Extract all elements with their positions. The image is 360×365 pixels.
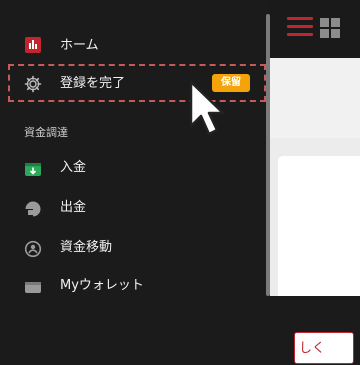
side-menu: ホーム 登録を完了 保留 資金調達 入金 出金 資金移動 Myウォレット (0, 0, 266, 296)
menu-scrollbar[interactable] (266, 14, 270, 296)
content-panel (270, 58, 360, 138)
transfer-icon (24, 240, 42, 258)
menu-item-home-label: ホーム (60, 38, 99, 53)
withdraw-icon (24, 200, 42, 218)
deposit-icon (24, 160, 42, 178)
home-icon (25, 37, 41, 53)
gear-icon (24, 75, 42, 93)
partial-button[interactable]: しく (294, 332, 354, 364)
mouse-cursor-icon (189, 80, 225, 136)
background-app: しく (270, 0, 360, 364)
section-heading-funds: 資金調達 (24, 126, 68, 139)
menu-item-wallet[interactable]: Myウォレット (0, 266, 266, 306)
menu-item-deposit[interactable]: 入金 (0, 148, 266, 188)
menu-item-wallet-label: Myウォレット (60, 278, 144, 293)
top-bar (270, 0, 360, 58)
content-card: しく (278, 156, 360, 364)
menu-item-transfer-label: 資金移動 (60, 240, 113, 255)
menu-item-deposit-label: 入金 (60, 160, 87, 175)
menu-item-transfer[interactable]: 資金移動 (0, 228, 266, 268)
menu-item-complete-registration-label: 登録を完了 (60, 76, 126, 91)
menu-item-withdraw[interactable]: 出金 (0, 188, 266, 228)
menu-item-home[interactable]: ホーム (0, 26, 266, 66)
wallet-icon (24, 278, 42, 296)
menu-item-withdraw-label: 出金 (60, 200, 87, 215)
grid-apps-icon[interactable] (320, 18, 340, 38)
hamburger-menu-icon[interactable] (287, 17, 313, 37)
